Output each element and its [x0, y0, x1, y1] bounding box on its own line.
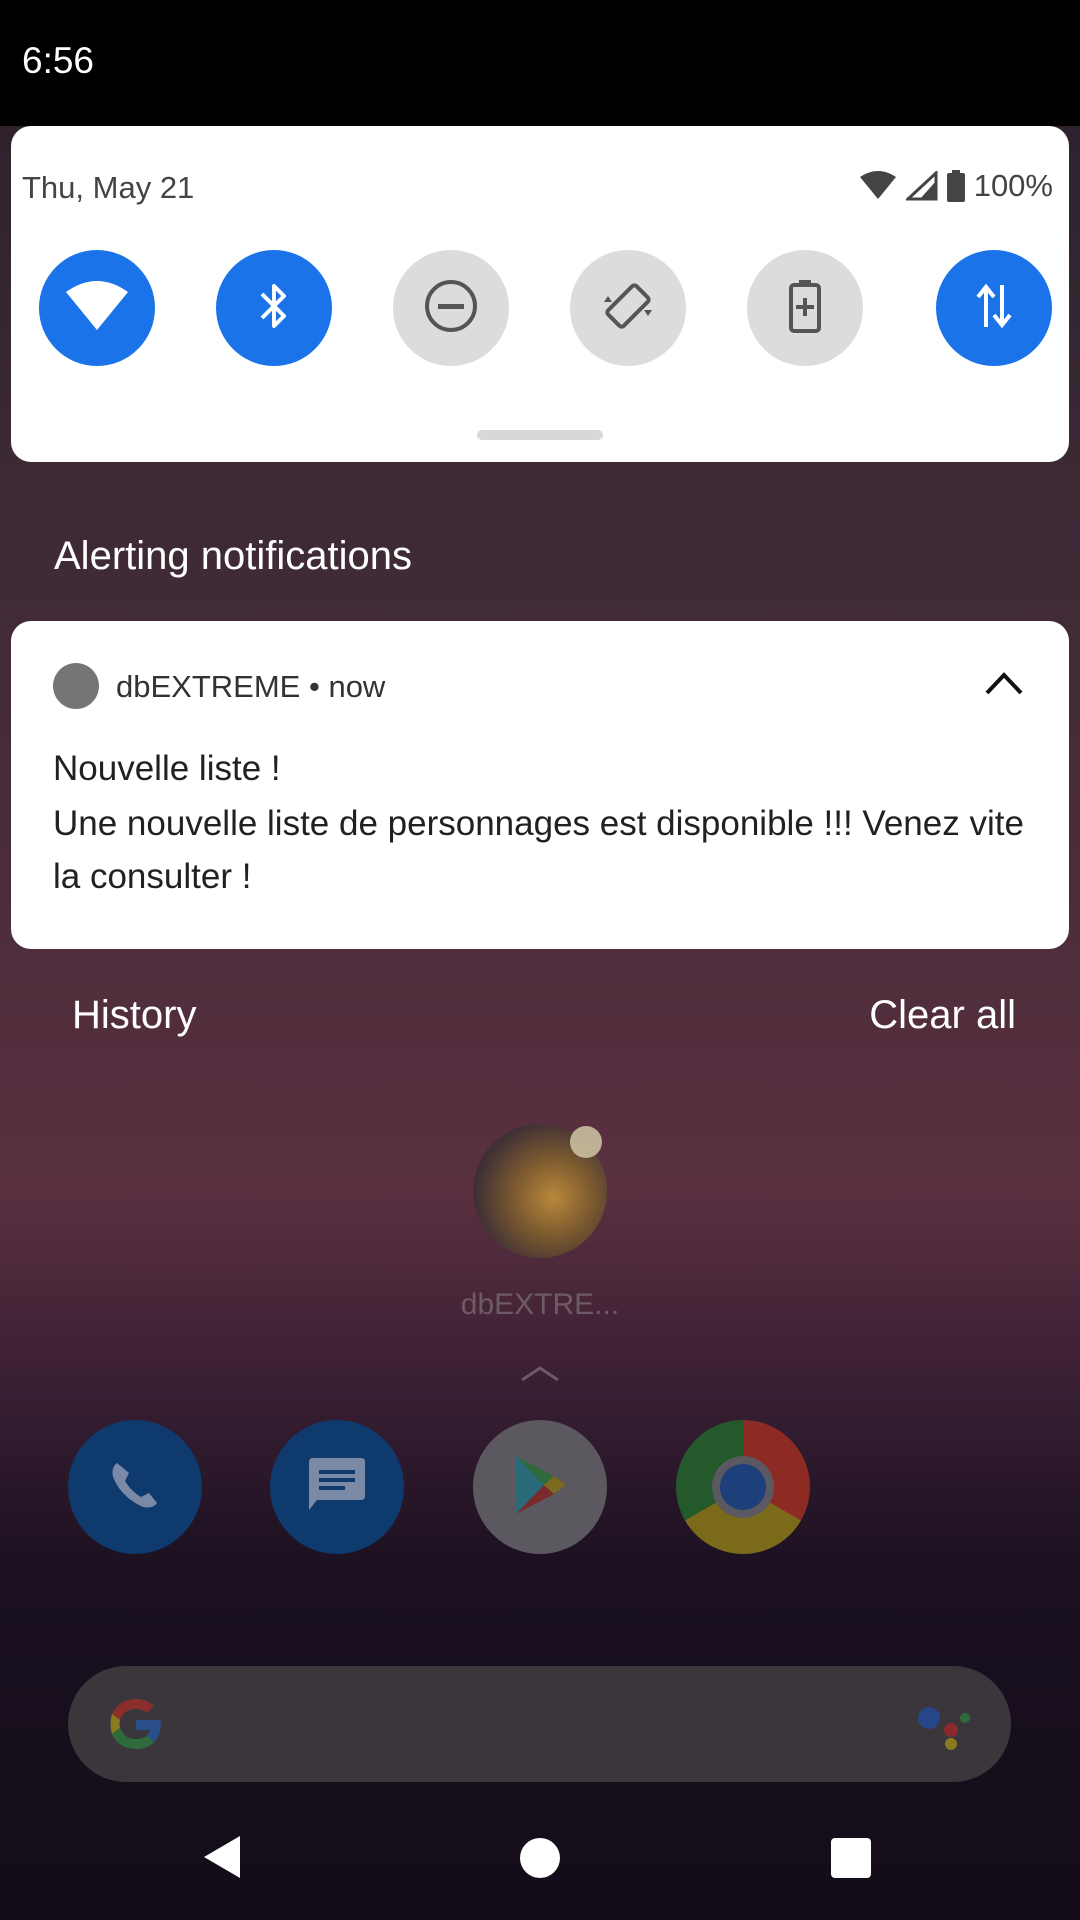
notification-app-name: dbEXTREME	[116, 669, 301, 704]
home-button[interactable]	[520, 1838, 560, 1878]
battery-icon	[946, 170, 966, 202]
tile-mobile-data[interactable]	[936, 250, 1052, 366]
app-label: dbEXTRE...	[460, 1288, 620, 1321]
wifi-icon	[64, 280, 130, 337]
notification-text: Une nouvelle liste de personnages est di…	[53, 804, 1024, 896]
battery-saver-icon	[787, 278, 823, 339]
clock: 6:56	[22, 40, 95, 81]
tile-bluetooth[interactable]	[216, 250, 332, 366]
quick-tiles	[39, 250, 1052, 368]
tile-battery-saver[interactable]	[747, 250, 863, 366]
qs-drag-handle[interactable]	[477, 430, 603, 440]
notification-time: now	[328, 669, 386, 704]
tile-wifi[interactable]	[39, 250, 155, 366]
chrome-core	[720, 1464, 766, 1510]
collapse-chevron-icon[interactable]	[979, 663, 1029, 705]
chrome-app[interactable]	[676, 1420, 810, 1554]
recents-button[interactable]	[831, 1838, 871, 1878]
play-store-icon	[510, 1452, 570, 1523]
status-bar: 6:56	[0, 0, 1080, 126]
bluetooth-icon	[254, 278, 294, 339]
phone-icon	[105, 1455, 165, 1520]
tile-auto-rotate[interactable]	[570, 250, 686, 366]
notification-header: dbEXTREME • now	[116, 669, 385, 705]
app-drawer-caret-icon[interactable]	[518, 1364, 562, 1389]
data-arrows-icon	[974, 281, 1014, 336]
google-g-icon	[104, 1692, 168, 1761]
google-search-bar[interactable]	[68, 1666, 1011, 1782]
battery-percent: 100%	[973, 168, 1053, 203]
qs-status-icons: 100%	[858, 168, 1053, 204]
app-icon	[53, 663, 99, 709]
play-store-app[interactable]	[473, 1420, 607, 1554]
back-icon[interactable]	[202, 1834, 242, 1885]
alerting-notifications-header: Alerting notifications	[54, 534, 412, 578]
dnd-icon	[423, 278, 479, 339]
phone-app[interactable]	[68, 1420, 202, 1554]
notification-title: Nouvelle liste !	[53, 749, 281, 788]
messages-icon	[305, 1456, 369, 1519]
qs-date[interactable]: Thu, May 21	[22, 170, 194, 206]
clear-all-button[interactable]: Clear all	[869, 993, 1016, 1038]
cell-signal-icon	[905, 171, 938, 201]
chrome-icon	[712, 1456, 774, 1518]
rotate-icon	[600, 278, 656, 339]
quick-settings-panel: Thu, May 21 100%	[11, 126, 1069, 462]
notification-dot	[570, 1126, 602, 1158]
navigation-bar	[0, 1800, 1080, 1920]
header-separator: •	[308, 669, 320, 704]
messages-app[interactable]	[270, 1420, 404, 1554]
notification-card[interactable]: dbEXTREME • now Nouvelle liste ! Une nou…	[11, 621, 1069, 949]
google-assistant-icon[interactable]	[915, 1702, 975, 1755]
history-button[interactable]: History	[72, 993, 196, 1038]
tile-do-not-disturb[interactable]	[393, 250, 509, 366]
wifi-signal-icon	[858, 171, 898, 201]
